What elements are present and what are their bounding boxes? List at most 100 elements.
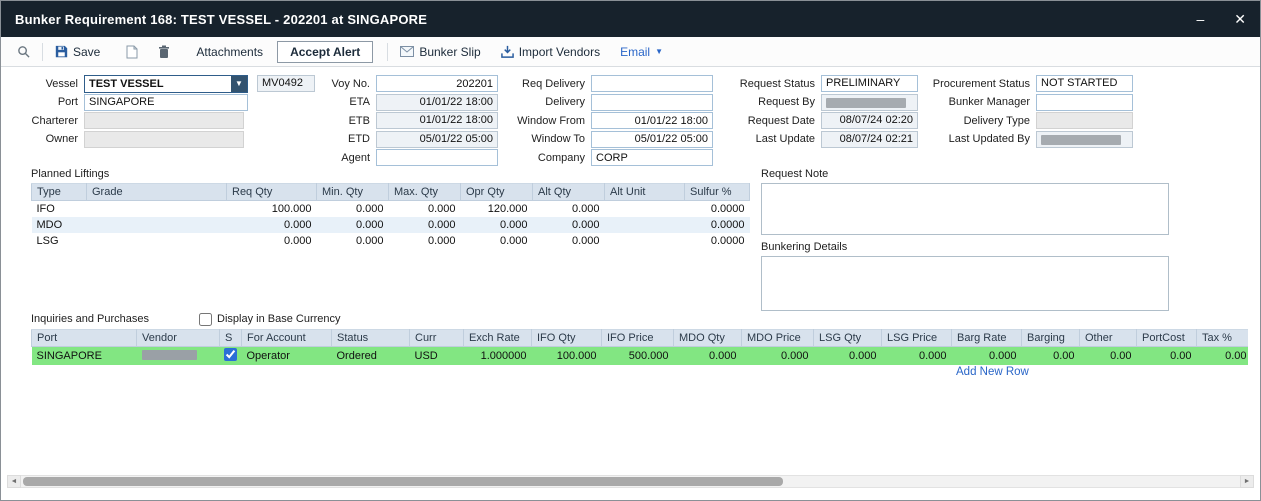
eta-label: ETA <box>301 96 376 108</box>
inq-lsg-price-cell[interactable]: 0.000 <box>882 347 952 366</box>
scrollbar-thumb[interactable] <box>23 477 783 486</box>
bunker-manager-input[interactable] <box>1036 94 1133 111</box>
col-status: Status <box>332 330 410 347</box>
inq-lsg-qty-cell[interactable]: 0.000 <box>814 347 882 366</box>
inq-port-cell[interactable]: SINGAPORE <box>32 347 137 366</box>
planned-liftings-title: Planned Liftings <box>31 168 750 180</box>
planned-row-mdo[interactable]: MDO 0.000 0.000 0.000 0.000 0.000 0.0000 <box>32 217 750 233</box>
cell-max-qty[interactable]: 0.000 <box>389 217 461 233</box>
email-button[interactable]: Email ▼ <box>614 42 669 62</box>
etd-label: ETD <box>301 133 376 145</box>
vessel-dropdown-arrow-icon[interactable]: ▼ <box>231 76 247 92</box>
last-update-field: 08/07/24 02:21 <box>821 131 918 148</box>
cell-req-qty[interactable]: 100.000 <box>227 201 317 218</box>
vessel-select[interactable]: TEST VESSEL ▼ <box>84 75 248 93</box>
form-group-vessel: Vessel TEST VESSEL ▼ MV0492 Port Charter… <box>9 75 315 149</box>
cell-max-qty[interactable]: 0.000 <box>389 201 461 218</box>
procurement-status-label: Procurement Status <box>921 78 1036 90</box>
import-vendors-button[interactable]: Import Vendors <box>495 42 606 62</box>
cell-grade[interactable] <box>87 217 227 233</box>
cell-req-qty[interactable]: 0.000 <box>227 217 317 233</box>
bunker-slip-button[interactable]: Bunker Slip <box>394 42 486 62</box>
form-group-request: Request Status PRELIMINARY Request By Re… <box>716 75 918 149</box>
cell-opr-qty[interactable]: 0.000 <box>461 217 533 233</box>
inquiry-row[interactable]: SINGAPORE Operator Ordered USD 1.000000 … <box>32 347 1249 366</box>
cell-alt-unit[interactable] <box>605 233 685 249</box>
cell-min-qty[interactable]: 0.000 <box>317 201 389 218</box>
delivery-input[interactable] <box>591 94 713 111</box>
inq-ifo-qty-cell[interactable]: 100.000 <box>532 347 602 366</box>
scroll-right-arrow[interactable]: ► <box>1240 475 1254 488</box>
port-input[interactable] <box>84 94 248 111</box>
email-label: Email <box>620 45 650 59</box>
cell-type[interactable]: IFO <box>32 201 87 218</box>
display-base-currency-checkbox[interactable] <box>199 313 212 326</box>
cell-min-qty[interactable]: 0.000 <box>317 233 389 249</box>
cell-alt-qty[interactable]: 0.000 <box>533 233 605 249</box>
inq-mdo-price-cell[interactable]: 0.000 <box>742 347 814 366</box>
inq-exch-rate-cell[interactable]: 1.000000 <box>464 347 532 366</box>
cell-sulfur[interactable]: 0.0000 <box>685 233 750 249</box>
cell-max-qty[interactable]: 0.000 <box>389 233 461 249</box>
inquiries-section: Inquiries and Purchases Display in Base … <box>31 312 1248 365</box>
planned-row-ifo[interactable]: IFO 100.000 0.000 0.000 120.000 0.000 0.… <box>32 201 750 218</box>
delete-button[interactable] <box>152 42 176 62</box>
minimize-button[interactable]: – <box>1196 12 1204 26</box>
cell-min-qty[interactable]: 0.000 <box>317 217 389 233</box>
cell-sulfur[interactable]: 0.0000 <box>685 201 750 218</box>
inq-ifo-price-cell[interactable]: 500.000 <box>602 347 674 366</box>
col-mdo-qty: MDO Qty <box>674 330 742 347</box>
company-input[interactable] <box>591 149 713 166</box>
col-for-account: For Account <box>242 330 332 347</box>
scroll-left-arrow[interactable]: ◄ <box>7 475 21 488</box>
attachments-button[interactable]: Attachments <box>190 42 269 62</box>
inq-barg-rate-cell[interactable]: 0.000 <box>952 347 1022 366</box>
window-from-input[interactable] <box>591 112 713 129</box>
add-new-row-link[interactable]: Add New Row <box>956 366 1029 378</box>
cell-opr-qty[interactable]: 120.000 <box>461 201 533 218</box>
horizontal-scrollbar[interactable]: ◄ ► <box>7 475 1254 488</box>
inq-mdo-qty-cell[interactable]: 0.000 <box>674 347 742 366</box>
inquiry-row-select-checkbox[interactable] <box>224 348 237 361</box>
cell-sulfur[interactable]: 0.0000 <box>685 217 750 233</box>
cell-type[interactable]: MDO <box>32 217 87 233</box>
request-status-label: Request Status <box>716 78 821 90</box>
planned-row-lsg[interactable]: LSG 0.000 0.000 0.000 0.000 0.000 0.0000 <box>32 233 750 249</box>
cell-opr-qty[interactable]: 0.000 <box>461 233 533 249</box>
voy-no-input[interactable] <box>376 75 498 92</box>
bunker-manager-label: Bunker Manager <box>921 96 1036 108</box>
inq-vendor-cell[interactable] <box>137 347 220 366</box>
inq-barging-cell[interactable]: 0.00 <box>1022 347 1080 366</box>
cell-req-qty[interactable]: 0.000 <box>227 233 317 249</box>
inquiries-header-row: Port Vendor S For Account Status Curr Ex… <box>32 330 1249 347</box>
cell-alt-unit[interactable] <box>605 217 685 233</box>
voy-no-label: Voy No. <box>301 78 376 90</box>
cell-type[interactable]: LSG <box>32 233 87 249</box>
agent-input[interactable] <box>376 149 498 166</box>
inq-other-cell[interactable]: 0.00 <box>1080 347 1137 366</box>
cell-alt-qty[interactable]: 0.000 <box>533 217 605 233</box>
accept-alert-button[interactable]: Accept Alert <box>277 41 373 63</box>
toolbar-separator <box>387 43 388 61</box>
window-to-input[interactable] <box>591 131 713 148</box>
inq-for-account-cell[interactable]: Operator <box>242 347 332 366</box>
save-button[interactable]: Save <box>49 42 106 62</box>
cell-grade[interactable] <box>87 233 227 249</box>
req-delivery-input[interactable] <box>591 75 713 92</box>
inq-s-cell[interactable] <box>220 347 242 366</box>
cell-alt-qty[interactable]: 0.000 <box>533 201 605 218</box>
close-button[interactable]: ✕ <box>1234 12 1246 26</box>
new-document-button[interactable] <box>120 42 144 62</box>
cell-grade[interactable] <box>87 201 227 218</box>
scrollbar-track[interactable] <box>21 475 1240 488</box>
request-note-textarea[interactable] <box>761 183 1169 235</box>
inq-portcost-cell[interactable]: 0.00 <box>1137 347 1197 366</box>
inquiries-title: Inquiries and Purchases <box>31 313 149 325</box>
inq-curr-cell[interactable]: USD <box>410 347 464 366</box>
inq-tax-cell[interactable]: 0.00 <box>1197 347 1249 366</box>
trash-icon <box>158 45 170 59</box>
bunkering-details-textarea[interactable] <box>761 256 1169 311</box>
cell-alt-unit[interactable] <box>605 201 685 218</box>
search-button[interactable] <box>11 42 36 61</box>
inq-status-cell[interactable]: Ordered <box>332 347 410 366</box>
